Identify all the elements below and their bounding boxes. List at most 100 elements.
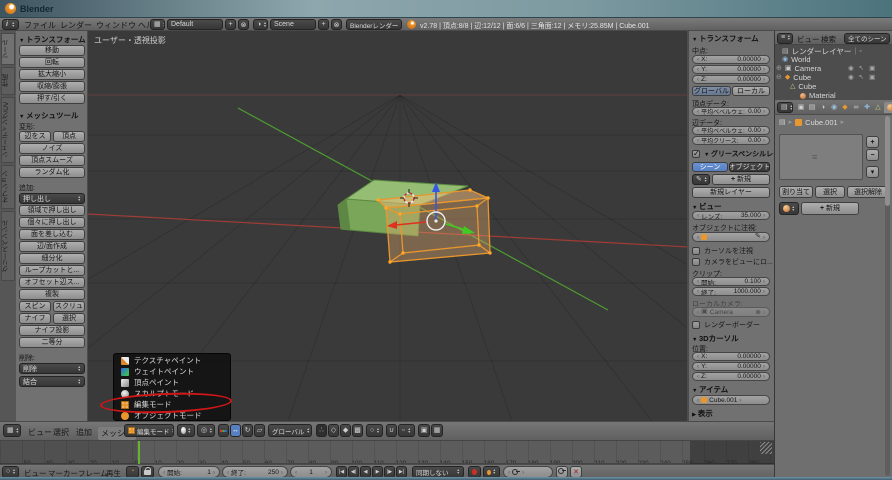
section-mesh-tools[interactable]: メッシュツール <box>19 110 78 121</box>
tool-offset-edge-slide-button[interactable]: オフセット辺ス... <box>19 277 85 288</box>
tool-make-edge-face-button[interactable]: 辺/面作成 <box>19 241 85 252</box>
editor-type-button-3dview[interactable]: ▦ <box>3 424 21 437</box>
delete-scene-button[interactable]: ⊗ <box>331 19 342 30</box>
tab-scene[interactable]: ◑ <box>818 102 828 113</box>
outliner-row-world[interactable]: ◉World <box>782 55 811 64</box>
tab-object[interactable]: ◆ <box>840 102 850 113</box>
manipulator-toggle-button[interactable] <box>218 424 229 437</box>
cursor-x-field[interactable]: X:0.00000 <box>692 352 770 361</box>
opengl-render-button[interactable]: ▣ <box>418 424 430 437</box>
limit-to-visible-button[interactable]: ▩ <box>352 424 363 437</box>
transform-orientation-dropdown[interactable]: グローバル <box>268 424 312 437</box>
npanel-section-transform[interactable]: トランスフォーム <box>692 33 759 44</box>
lock-cursor-checkbox[interactable] <box>692 247 700 255</box>
tool-knife-select-button[interactable]: 選択 <box>53 313 85 324</box>
browse-material-dropdown[interactable] <box>779 202 799 215</box>
new-layer-button[interactable]: 新規レイヤー <box>692 187 770 198</box>
tool-extrude-region-button[interactable]: 領域で押し出し <box>19 205 85 216</box>
timeline-resize-grip[interactable] <box>760 442 772 454</box>
tab-render-layers[interactable]: ▤ <box>807 102 817 113</box>
opengl-render-anim-button[interactable]: ▦ <box>431 424 443 437</box>
tool-vertex-slide-button[interactable]: 頂点 <box>53 131 85 142</box>
properties-scrollbar[interactable] <box>885 116 890 476</box>
lock-camera-checkbox[interactable] <box>692 258 700 266</box>
assign-button[interactable]: 割り当て <box>779 186 813 198</box>
outliner-menu-search[interactable]: 検索 <box>821 34 836 45</box>
snap-element-dropdown[interactable]: ▫ <box>398 424 415 437</box>
material-slot-list[interactable] <box>779 134 863 180</box>
tab-constraints[interactable]: ∞ <box>851 102 861 113</box>
snap-toggle-button[interactable]: ∪ <box>386 424 397 437</box>
delete-layout-button[interactable]: ⊗ <box>238 19 249 30</box>
scene-browse-button[interactable]: ◑ <box>253 19 268 30</box>
cursor-z-field[interactable]: Z:0.00000 <box>692 372 770 381</box>
deselect-button[interactable]: 選択解除 <box>847 186 889 198</box>
add-scene-button[interactable]: + <box>318 19 329 30</box>
manipulator-rotate-button[interactable]: ↻ <box>242 424 253 437</box>
global-toggle[interactable]: グローバル <box>692 86 731 96</box>
lens-field[interactable]: レンズ:35.000 <box>692 211 770 220</box>
mode-item-texture-paint[interactable]: テクスチャペイント <box>114 355 230 366</box>
select-button[interactable]: 選択 <box>815 186 845 198</box>
tab-render[interactable]: ▣ <box>796 102 806 113</box>
manipulator-translate-button[interactable]: ↔ <box>230 424 241 437</box>
mode-select-dropdown[interactable]: 編集モード <box>124 424 174 437</box>
render-border-row[interactable]: レンダーボーダー <box>692 320 760 330</box>
tool-scale-button[interactable]: 拡大縮小 <box>19 69 85 80</box>
outliner-row-mesh[interactable]: △Cube <box>790 82 816 91</box>
tool-delete-menu[interactable]: 削除 <box>19 363 85 374</box>
outliner-row-material[interactable]: Material <box>800 91 836 100</box>
add-material-slot-button[interactable]: + <box>866 136 879 148</box>
screen-layout-field[interactable]: Default <box>167 19 223 30</box>
tool-randomize-button[interactable]: ランダム化 <box>19 167 85 178</box>
mean-crease-field[interactable]: 平均クリース:0.00 <box>692 136 770 145</box>
remove-material-slot-button[interactable]: − <box>866 149 879 161</box>
menu-window[interactable]: ウィンドウ <box>96 20 136 31</box>
scrollbar-thumb[interactable] <box>885 116 890 206</box>
outliner-row-camera[interactable]: ⊕▣Camera <box>776 64 821 73</box>
mean-bevel-edge-field[interactable]: 平均ベベルウェ:0.00 <box>692 126 770 135</box>
tab-shading-uv[interactable]: シェーディング/UV <box>1 97 15 163</box>
median-y-field[interactable]: Y:0.00000 <box>692 65 770 74</box>
tool-extrude-individual-button[interactable]: 個々に押し出し <box>19 217 85 228</box>
outliner-restriction-icons-cube[interactable]: ◉↖▣ <box>848 73 880 81</box>
breadcrumb-object-name[interactable]: Cube.001 <box>805 118 838 127</box>
npanel-section-display[interactable]: 表示 <box>692 408 713 419</box>
lock-cursor-row[interactable]: カーソルを注視 <box>692 246 753 256</box>
tool-spin-button[interactable]: スピン <box>19 301 51 312</box>
timeline-ruler[interactable]: -50-40-30-20-100102030405060708090100110… <box>0 452 774 463</box>
item-name-field[interactable]: Cube.001 <box>692 395 770 405</box>
clip-start-field[interactable]: 開始:0.100 <box>692 277 770 286</box>
tab-options[interactable]: オプション <box>1 165 15 209</box>
tab-world[interactable]: ◉ <box>829 102 839 113</box>
editor-type-button-outliner[interactable]: ≡ <box>777 33 793 44</box>
pivot-point-dropdown[interactable]: ◎ <box>197 424 215 437</box>
tool-knife-button[interactable]: ナイフ <box>19 313 51 324</box>
median-x-field[interactable]: X:0.00000 <box>692 55 770 64</box>
editor-type-button-properties[interactable]: ▤ <box>777 102 793 113</box>
tool-push-pull-button[interactable]: 押す/引く <box>19 93 85 104</box>
view3d-menu-add[interactable]: 追加 <box>76 427 92 438</box>
menu-file[interactable]: ファイル <box>24 20 56 31</box>
vertex-select-button[interactable]: ∴ <box>316 424 327 437</box>
grease-new-button[interactable]: + 新規 <box>712 174 770 185</box>
viewport-shading-dropdown[interactable] <box>177 424 195 437</box>
outliner-menu-view[interactable]: ビュー <box>797 34 820 45</box>
tool-rotate-button[interactable]: 回転 <box>19 57 85 68</box>
tool-screw-button[interactable]: スクリュ <box>53 301 85 312</box>
manipulator-scale-button[interactable]: ▱ <box>254 424 265 437</box>
menu-render[interactable]: レンダー <box>60 20 92 31</box>
face-select-button[interactable]: ◆ <box>340 424 351 437</box>
view3d-menu-select[interactable]: 選択 <box>53 427 69 438</box>
median-z-field[interactable]: Z:0.00000 <box>692 75 770 84</box>
mode-item-weight-paint[interactable]: ウェイトペイント <box>114 366 230 377</box>
grease-scene-toggle[interactable]: シーン <box>692 162 728 172</box>
tab-grease-pencil[interactable]: グリースペンシル <box>1 211 15 281</box>
lock-object-field[interactable]: ✎ <box>692 232 770 242</box>
new-material-button[interactable]: + 新規 <box>801 202 859 215</box>
outliner-row-cube[interactable]: ⊖◆Cube <box>776 73 811 82</box>
npanel-section-3d-cursor[interactable]: 3Dカーソル <box>692 333 739 344</box>
edge-select-button[interactable]: ◇ <box>328 424 339 437</box>
local-toggle[interactable]: ローカル <box>732 86 770 96</box>
tool-noise-button[interactable]: ノイズ <box>19 143 85 154</box>
